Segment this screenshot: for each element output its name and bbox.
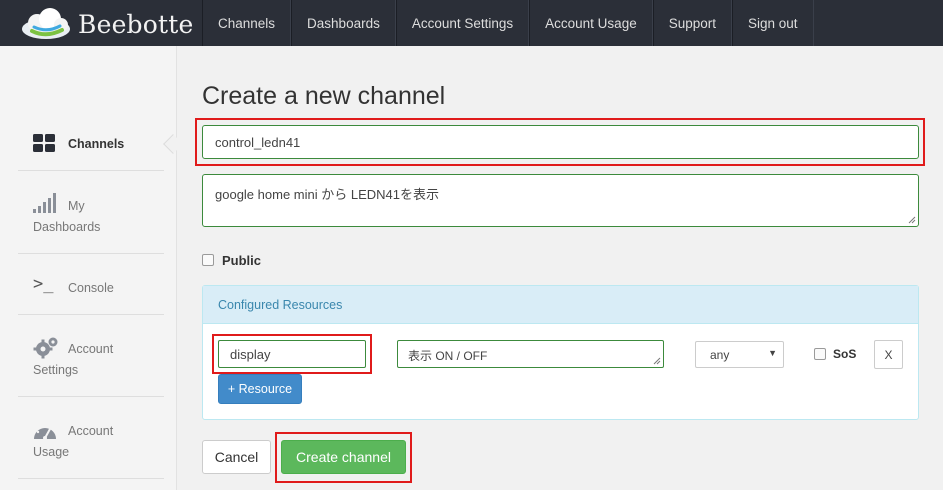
resources-panel-header: Configured Resources: [203, 286, 918, 324]
cloud-logo-icon: [22, 8, 70, 39]
chevron-down-icon: ▼: [768, 348, 777, 358]
terminal-icon: >_: [33, 274, 54, 294]
sos-option: SoS: [814, 346, 856, 362]
nav-dashboards[interactable]: Dashboards: [291, 0, 396, 46]
gears-icon: [33, 337, 58, 359]
sidebar-item-dashboards[interactable]: My Dashboards: [18, 171, 164, 254]
speedometer-icon: [34, 423, 56, 440]
main-nav: Channels Dashboards Account Settings Acc…: [202, 0, 814, 46]
public-label: Public: [222, 252, 262, 268]
nav-support[interactable]: Support: [652, 0, 733, 46]
sos-label: SoS: [833, 347, 857, 361]
nav-account-usage[interactable]: Account Usage: [529, 0, 653, 46]
resource-name-value: display: [230, 347, 271, 362]
resource-name-input[interactable]: display: [218, 340, 366, 368]
channel-description-value: google home mini から LEDN41を表示: [215, 187, 439, 202]
resource-type-select[interactable]: any ▼: [695, 341, 784, 368]
sidebar-item-label: Channels: [68, 137, 125, 151]
brand-logo[interactable]: Beebotte: [20, 6, 194, 42]
sidebar-item-label: Dashboards: [33, 220, 101, 234]
cancel-button[interactable]: Cancel: [202, 440, 271, 474]
sidebar-item-label: Account: [68, 424, 114, 438]
resize-handle-icon[interactable]: [653, 357, 661, 365]
resources-panel-title: Configured Resources: [218, 298, 343, 312]
channel-name-input[interactable]: control_ledn41: [202, 125, 919, 159]
brand-name: Beebotte: [78, 9, 194, 39]
nav-account-settings[interactable]: Account Settings: [395, 0, 530, 46]
resize-handle-icon[interactable]: [908, 216, 916, 224]
add-resource-button[interactable]: + Resource: [218, 374, 302, 404]
sidebar-item-account-usage[interactable]: Account Usage: [18, 397, 164, 479]
active-indicator-arrow: [163, 134, 183, 154]
resource-type-value: any: [710, 348, 730, 362]
sidebar-item-console[interactable]: >_ Console: [18, 254, 164, 315]
sidebar-item-label: My: [68, 199, 85, 213]
sos-checkbox[interactable]: [814, 348, 826, 360]
channel-description-textarea[interactable]: google home mini から LEDN41を表示: [202, 174, 919, 227]
sidebar-item-account-settings[interactable]: Account Settings: [18, 315, 164, 397]
sidebar-item-label: Console: [68, 281, 114, 295]
create-channel-button[interactable]: Create channel: [281, 440, 406, 474]
channel-name-value: control_ledn41: [215, 135, 301, 150]
sidebar: Channels My Dashboards >_ Console Accoun…: [0, 46, 183, 490]
resource-description-value: 表示 ON / OFF: [408, 349, 488, 363]
sidebar-item-label: Account: [68, 342, 114, 356]
page-title: Create a new channel: [202, 82, 446, 110]
signal-bars-icon: [33, 193, 56, 213]
grid-icon: [33, 134, 55, 152]
resource-description-textarea[interactable]: 表示 ON / OFF: [397, 340, 664, 368]
nav-channels[interactable]: Channels: [202, 0, 292, 46]
sidebar-item-label: Usage: [33, 445, 70, 459]
public-checkbox[interactable]: [202, 254, 214, 266]
nav-sign-out[interactable]: Sign out: [732, 0, 814, 46]
public-option: Public: [202, 250, 261, 270]
sidebar-item-label: Settings: [33, 363, 79, 377]
sidebar-item-channels[interactable]: Channels: [18, 104, 164, 171]
remove-resource-button[interactable]: X: [874, 340, 903, 369]
top-navbar: Beebotte Channels Dashboards Account Set…: [0, 0, 943, 46]
